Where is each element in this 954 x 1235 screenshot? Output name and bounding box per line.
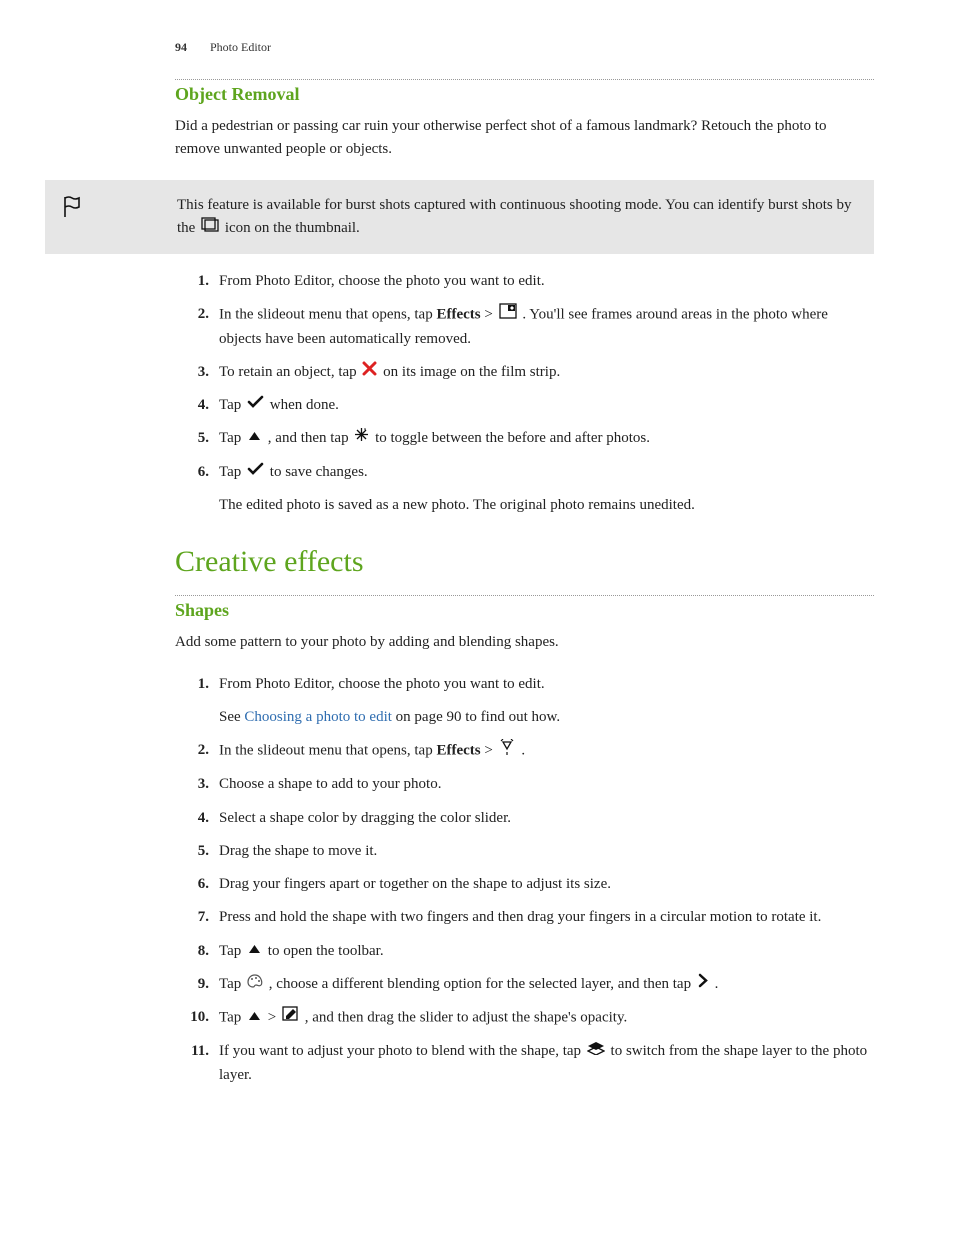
triangle-up-icon [247, 427, 262, 450]
step-2: In the slideout menu that opens, tap Eff… [175, 739, 874, 763]
step-6-note: The edited photo is saved as a new photo… [219, 494, 874, 517]
edit-layer-icon [282, 1006, 299, 1030]
object-removal-effect-icon [499, 303, 517, 327]
object-removal-steps: From Photo Editor, choose the photo you … [175, 270, 874, 517]
sparkle-icon [354, 427, 369, 450]
page-header: 94 Photo Editor [80, 40, 874, 55]
divider [175, 79, 874, 80]
subsection-heading-shapes: Shapes [175, 600, 874, 621]
step-2: In the slideout menu that opens, tap Eff… [175, 303, 874, 351]
intro-paragraph: Did a pedestrian or passing car ruin you… [175, 115, 874, 162]
flag-icon [59, 194, 99, 224]
step-5: Drag the shape to move it. [175, 840, 874, 863]
triangle-up-icon [247, 1007, 262, 1030]
shapes-steps: From Photo Editor, choose the photo you … [175, 673, 874, 1087]
divider [175, 595, 874, 596]
shapes-effect-icon [499, 739, 516, 763]
section-heading-creative-effects: Creative effects [175, 545, 874, 579]
burst-thumbnail-icon [201, 217, 219, 240]
check-icon [247, 461, 264, 484]
link-choosing-photo[interactable]: Choosing a photo to edit [244, 709, 392, 725]
shapes-intro: Add some pattern to your photo by adding… [175, 631, 874, 654]
palette-icon [247, 973, 263, 996]
layers-switch-icon [587, 1040, 605, 1063]
step-9: Tap , choose a different blending option… [175, 973, 874, 996]
step-4: Tap when done. [175, 394, 874, 417]
step-11: If you want to adjust your photo to blen… [175, 1040, 874, 1087]
step-1: From Photo Editor, choose the photo you … [175, 673, 874, 730]
x-icon [362, 361, 377, 384]
section-name: Photo Editor [210, 40, 271, 54]
note-box: This feature is available for burst shot… [45, 180, 874, 255]
step-10: Tap > , and then drag the slider to adju… [175, 1006, 874, 1030]
step-7: Press and hold the shape with two finger… [175, 906, 874, 929]
step-6: Tap to save changes. The edited photo is… [175, 461, 874, 518]
section-heading-object-removal: Object Removal [175, 84, 874, 105]
step-8: Tap to open the toolbar. [175, 940, 874, 963]
step-1: From Photo Editor, choose the photo you … [175, 270, 874, 293]
page-number: 94 [175, 40, 187, 54]
step-6: Drag your fingers apart or together on t… [175, 873, 874, 896]
step-3: To retain an object, tap on its image on… [175, 361, 874, 384]
step-5: Tap , and then tap to toggle between the… [175, 427, 874, 450]
step-4: Select a shape color by dragging the col… [175, 807, 874, 830]
step-3: Choose a shape to add to your photo. [175, 773, 874, 796]
note-text-b: icon on the thumbnail. [225, 220, 360, 236]
chevron-right-icon [697, 973, 709, 996]
check-icon [247, 394, 264, 417]
triangle-up-icon [247, 940, 262, 963]
